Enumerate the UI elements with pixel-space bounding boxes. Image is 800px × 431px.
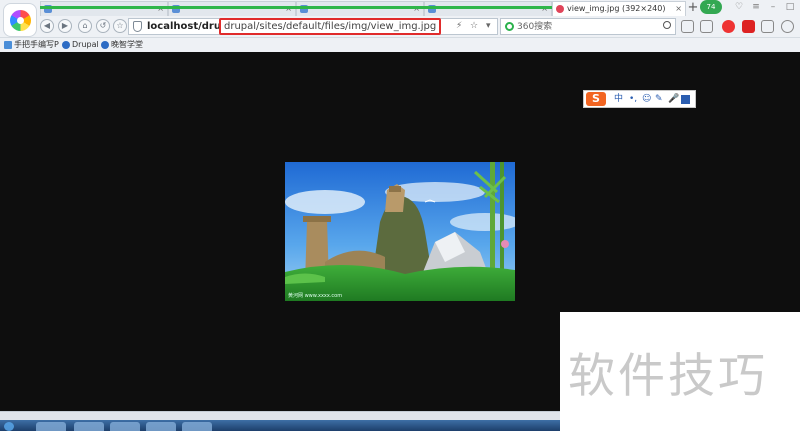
tab-close-icon[interactable]: ×: [285, 2, 292, 16]
search-box[interactable]: 360搜索: [500, 18, 676, 35]
drupal-drop-icon: [101, 41, 109, 49]
grid-icon[interactable]: [681, 95, 690, 104]
ime-toolbar: S 中 •, ☺ ✎ 🎤: [583, 90, 696, 108]
emoji-icon[interactable]: ☺: [642, 92, 651, 106]
drupal-drop-icon: [62, 41, 70, 49]
ime-punctuation-toggle[interactable]: •,: [629, 92, 637, 106]
extension-search-icon[interactable]: [781, 20, 794, 33]
360-search-icon: [505, 22, 514, 31]
window-controls: ♡ ≡ – □: [728, 1, 800, 13]
menu-icon[interactable]: ≡: [750, 1, 762, 13]
tab-close-icon[interactable]: ×: [413, 2, 420, 16]
extension-opera-icon[interactable]: [722, 20, 735, 33]
navigation-bar: ◀ ▶ ⌂ ↺ ☆ localhost/drupal drupal/sites/…: [0, 17, 800, 36]
image-caption: 黄河网 www.xxxx.com: [288, 293, 343, 299]
browser-chrome: × × × × view_img.jpg (392×240)× + 74 ♡ ≡–…: [0, 0, 800, 52]
watermark-text: 软件技巧: [568, 349, 768, 404]
bookmark-item[interactable]: 晚智学堂: [101, 39, 143, 51]
taskbar-app-button[interactable]: [182, 422, 212, 431]
lightning-icon[interactable]: ⚡: [456, 21, 462, 31]
skin-icon[interactable]: ♡: [733, 1, 745, 13]
pen-icon[interactable]: ✎: [655, 92, 663, 106]
extension-tools-icon[interactable]: [761, 20, 774, 33]
notification-badge[interactable]: 74: [700, 0, 722, 14]
tab-favicon-icon: [556, 5, 564, 13]
extension-red-icon[interactable]: [742, 20, 755, 33]
tab-view-img[interactable]: view_img.jpg (392×240) ×: [552, 1, 686, 16]
bookmark-pen-icon: [4, 41, 12, 49]
taskbar-app-button[interactable]: [146, 422, 176, 431]
sogou-logo-icon[interactable]: S: [586, 92, 606, 106]
mic-icon[interactable]: 🎤: [668, 92, 679, 106]
taskbar-app-button[interactable]: [36, 422, 66, 431]
security-shield-icon: [133, 21, 142, 32]
tab-close-icon[interactable]: ×: [675, 2, 682, 16]
page-load-progress: [40, 6, 552, 9]
back-arrow-icon[interactable]: ◀: [40, 19, 54, 33]
search-magnifier-icon[interactable]: [663, 21, 671, 29]
tab-close-icon[interactable]: ×: [541, 2, 548, 16]
start-button[interactable]: [4, 422, 14, 431]
great-wall-landscape-illustration: [285, 162, 515, 301]
bookmark-item[interactable]: Drupal: [62, 39, 99, 51]
viewed-image: 黄河网 www.xxxx.com: [285, 162, 515, 301]
bookmark-star-icon[interactable]: ☆: [470, 21, 478, 31]
home-icon[interactable]: ⌂: [78, 19, 92, 33]
dropdown-chevron-icon[interactable]: ▾: [486, 21, 491, 31]
search-placeholder: 360搜索: [517, 22, 553, 32]
undo-icon[interactable]: ↺: [96, 19, 110, 33]
taskbar-app-button[interactable]: [74, 422, 104, 431]
url-path-highlighted[interactable]: drupal/sites/default/files/img/view_img.…: [219, 18, 442, 35]
taskbar-app-button[interactable]: [110, 422, 140, 431]
maximize-icon[interactable]: □: [784, 1, 796, 13]
forward-arrow-icon[interactable]: ▶: [58, 19, 72, 33]
minimize-icon[interactable]: –: [767, 1, 779, 13]
bookmarks-bar: 手把手编写P Drupal 晚智学堂: [0, 37, 800, 52]
extension-page-icon[interactable]: [700, 20, 713, 33]
new-tab-button[interactable]: +: [686, 1, 700, 15]
address-bar[interactable]: localhost/drupal drupal/sites/default/fi…: [128, 18, 498, 35]
bookmark-item[interactable]: 手把手编写P: [4, 39, 59, 51]
ime-mode-toggle[interactable]: 中: [614, 92, 623, 106]
favorite-star-icon[interactable]: ☆: [113, 19, 127, 33]
tab-close-icon[interactable]: ×: [157, 2, 164, 16]
extension-grid-icon[interactable]: [681, 20, 694, 33]
